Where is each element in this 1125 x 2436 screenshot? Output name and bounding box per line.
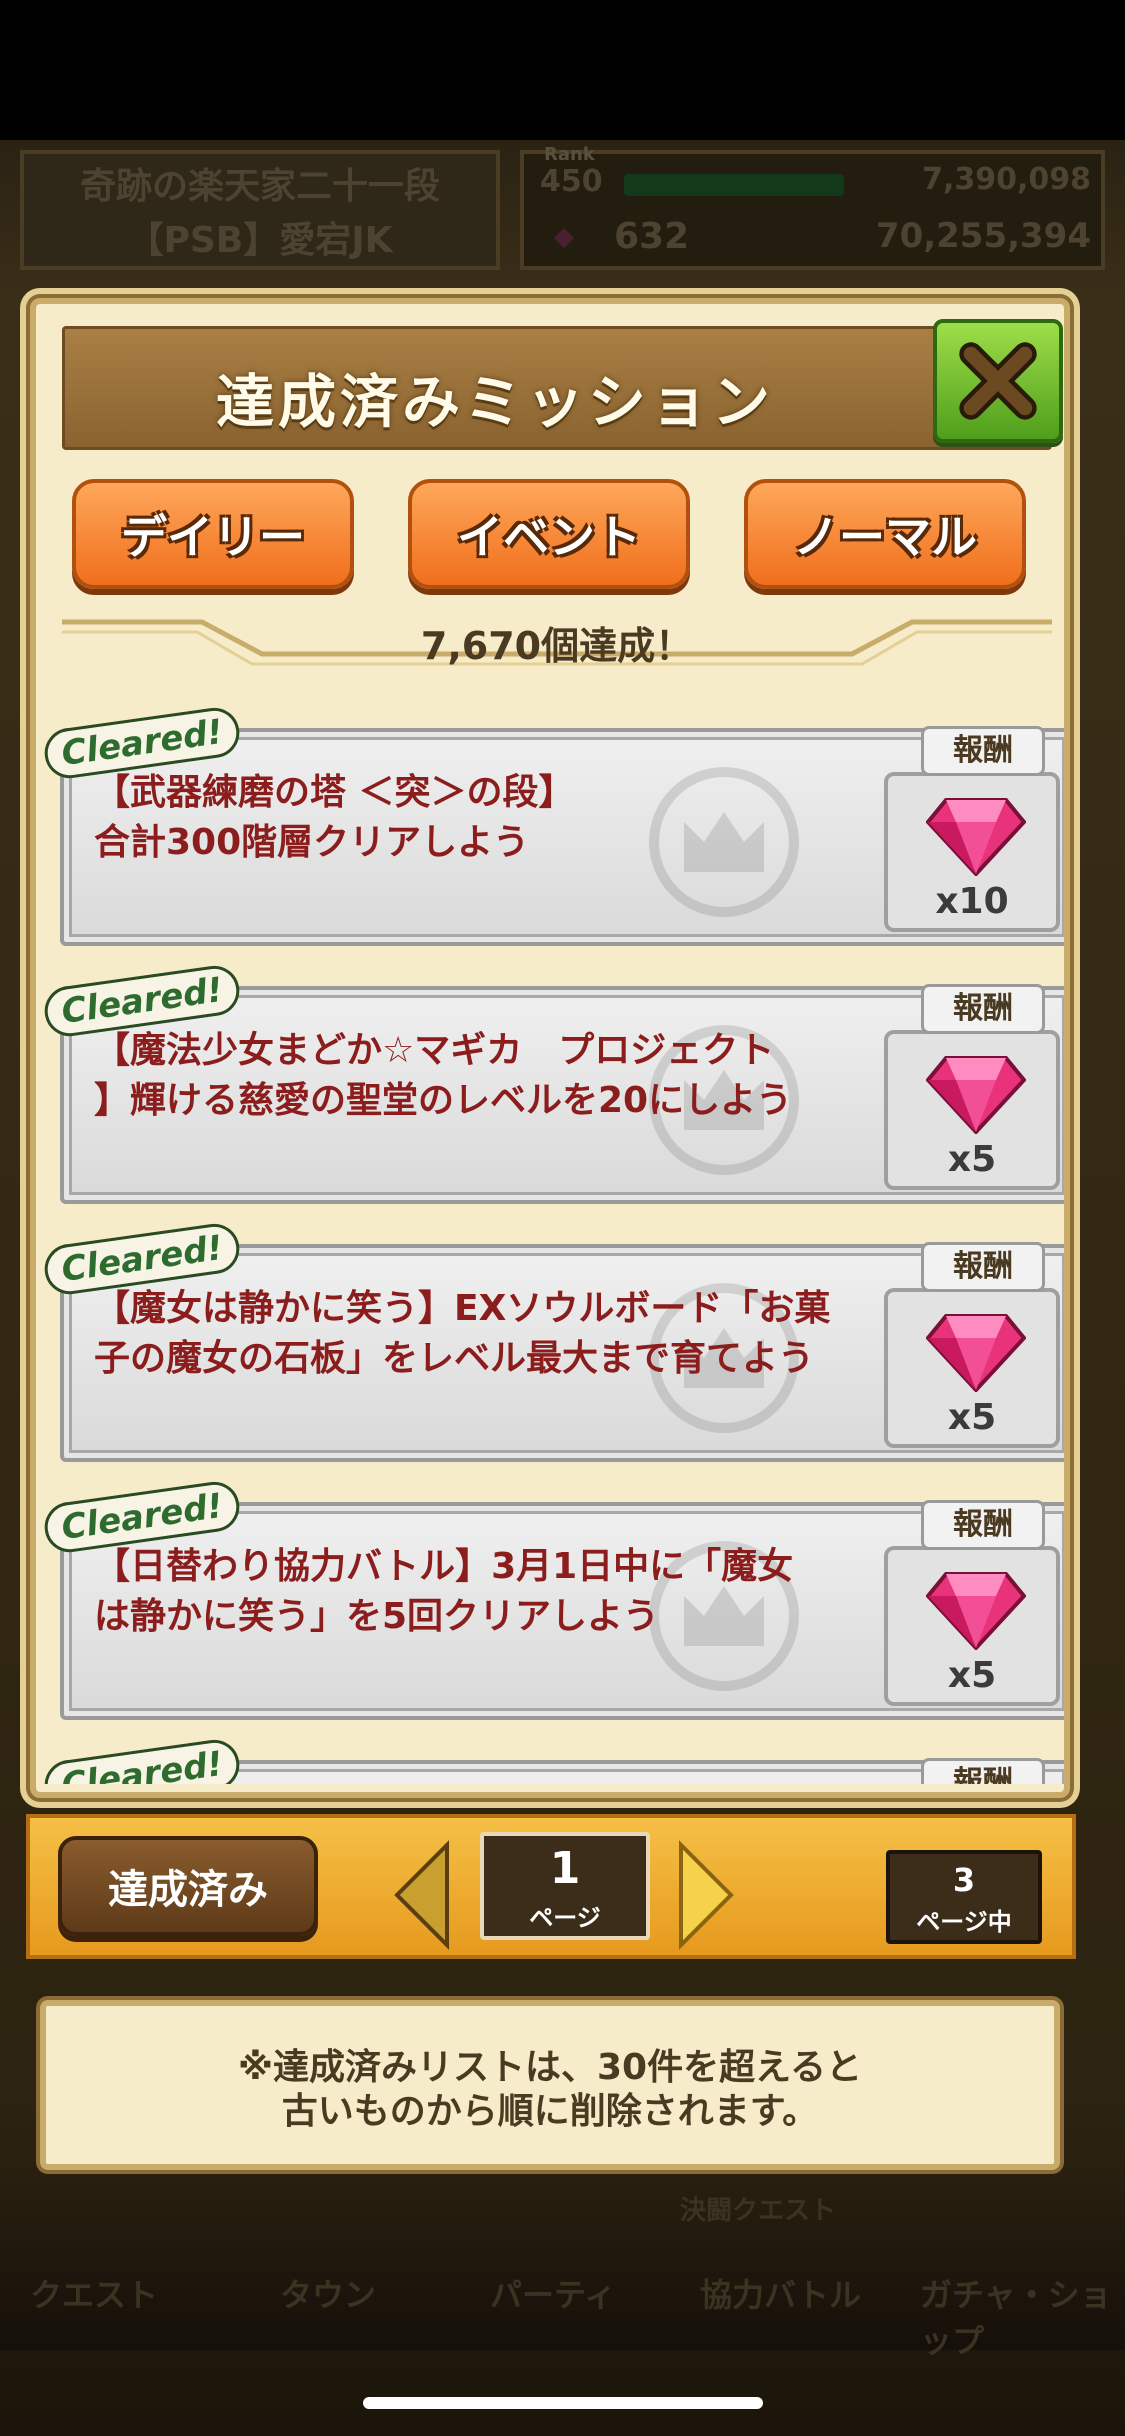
gem-icon	[926, 1314, 1026, 1392]
profile-panel: 奇跡の楽天家二十一段 【PSB】愛宕JK	[20, 150, 500, 270]
reward-label: 報酬	[921, 726, 1045, 776]
stats-panel: Rank 450 7,390,098 ◆ 632 70,255,394	[520, 144, 1105, 270]
next-page-arrow[interactable]	[676, 1840, 736, 1950]
reward-quantity: x5	[947, 1397, 997, 1438]
reward-quantity: x5	[947, 1655, 997, 1696]
reward-label: 報酬	[921, 1500, 1045, 1550]
total-pages-unit: ページ中	[916, 1908, 1012, 1936]
nav-party: パーティ	[490, 2276, 617, 2314]
mission-card: 【武器練磨の塔 ＜突＞の段】報酬Cleared!	[41, 1736, 1064, 1784]
dialog-title: 達成済みミッション	[215, 368, 774, 436]
notice-text: ※達成済みリストは、30件を超えると 古いものから順に削除されます。	[237, 2047, 863, 2132]
reward-label: 報酬	[921, 1242, 1045, 1292]
nav-coop-battle: 協力バトル	[700, 2276, 861, 2314]
current-page-number: 1	[549, 1843, 581, 1894]
reward-box: x5	[884, 1546, 1060, 1706]
reward-box: x5	[884, 1030, 1060, 1190]
cleared-badge: Cleared!	[41, 1736, 243, 1784]
exp-value: 7,390,098	[922, 162, 1091, 197]
reward-box: x5	[884, 1288, 1060, 1448]
tab-normal[interactable]: ノーマル	[744, 479, 1026, 589]
notice-panel: ※達成済みリストは、30件を超えると 古いものから順に削除されます。	[40, 2000, 1060, 2170]
gem-icon	[926, 1572, 1026, 1650]
mission-card: 【魔女は静かに笑う】EXソウルボード「お菓 子の魔女の石板」をレベル最大まで育て…	[41, 1220, 1064, 1462]
prev-page-arrow[interactable]	[392, 1840, 452, 1950]
total-pages-number: 3	[952, 1861, 976, 1899]
gold-count: 70,255,394	[875, 216, 1091, 256]
dialog-title-bar: 達成済みミッション	[62, 319, 1063, 450]
tab-event[interactable]: イベント	[408, 479, 690, 589]
gem-icon	[926, 798, 1026, 876]
player-name: 【PSB】愛宕JK	[127, 220, 393, 261]
nav-town: タウン	[280, 2276, 377, 2314]
nav-gacha-shop: ガチャ・ショップ	[920, 2276, 1112, 2360]
tab-daily[interactable]: デイリー	[72, 479, 354, 589]
exp-bar	[624, 174, 844, 196]
summary-banner: 7,670個達成！	[62, 614, 1052, 674]
gem-count: 632	[614, 216, 690, 257]
mission-text: 【日替わり協力バトル】3月1日中に「魔女 は静かに笑う」を5回クリアしよう	[94, 1546, 794, 1637]
nav-sub-label: 決闘クエスト	[680, 2196, 837, 2226]
mission-text: 【魔女は静かに笑う】EXソウルボード「お菓 子の魔女の石板」をレベル最大まで育て…	[94, 1288, 831, 1379]
close-icon	[959, 342, 1037, 420]
rank-label: Rank	[544, 144, 595, 165]
nav-quest: クエスト	[30, 2276, 159, 2314]
player-title: 奇跡の楽天家二十一段	[79, 166, 440, 207]
current-page: 1 ページ	[480, 1832, 650, 1940]
mission-text: 【魔法少女まどか☆マギカ プロジェクト 】輝ける慈愛の聖堂のレベルを20にしよう	[94, 1030, 793, 1121]
home-indicator[interactable]	[363, 2397, 763, 2409]
achieved-missions-dialog: 達成済みミッション デイリー イベント ノーマル 7,670個達成！ 【武器練磨…	[26, 298, 1076, 1959]
reward-label: 報酬	[921, 984, 1045, 1034]
reward-quantity: x5	[947, 1139, 997, 1180]
pager-bar: 達成済み 1 ページ 3 ページ中	[26, 1804, 1076, 1964]
close-button[interactable]	[933, 319, 1063, 443]
reward-box: x10	[884, 772, 1060, 932]
reward-quantity: x10	[935, 881, 1009, 922]
mission-card: 【武器練磨の塔 ＜突＞の段】 合計300階層クリアしよう x10 報酬 Cleared…	[41, 704, 1064, 946]
mission-card: 【日替わり協力バトル】3月1日中に「魔女 は静かに笑う」を5回クリアしよう x5 報…	[41, 1478, 1064, 1720]
mission-text: 【武器練磨の塔 ＜突＞の段】 合計300階層クリアしよう	[94, 772, 575, 863]
total-pages: 3 ページ中	[886, 1850, 1042, 1944]
mission-list[interactable]: 【武器練磨の塔 ＜突＞の段】 合計300階層クリアしよう x10 報酬 Cleared…	[36, 684, 1064, 1784]
achieved-count: 7,670個達成！	[420, 624, 694, 668]
page-unit: ページ	[529, 1904, 601, 1932]
gem-icon: ◆	[554, 222, 574, 252]
gem-icon	[926, 1056, 1026, 1134]
mission-card: 【魔法少女まどか☆マギカ プロジェクト 】輝ける慈愛の聖堂のレベルを20にしよう…	[41, 962, 1064, 1204]
reward-label: 報酬	[921, 1758, 1045, 1784]
achieved-button[interactable]: 達成済み	[58, 1836, 318, 1936]
rank-value: 450	[540, 164, 603, 199]
crown-crest-icon	[624, 1774, 824, 1784]
bottom-nav: 決闘クエスト クエスト タウン パーティ 協力バトル ガチャ・ショップ	[0, 2150, 1125, 2360]
